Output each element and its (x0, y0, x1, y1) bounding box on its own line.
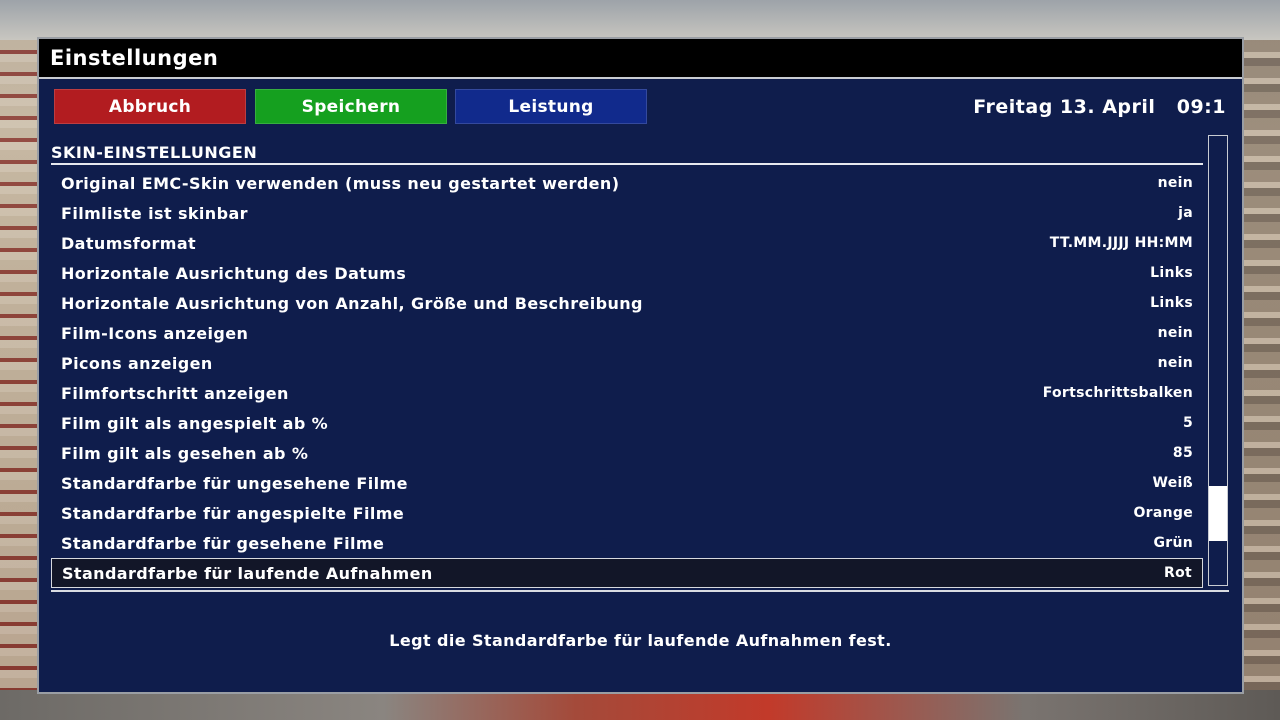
setting-label: Filmfortschritt anzeigen (61, 383, 289, 403)
setting-value: Grün (1153, 535, 1193, 551)
setting-label: Datumsformat (61, 233, 197, 253)
background-scene-bottom (0, 690, 1280, 720)
date-time-clock: Freitag 13. April 09:1 (973, 96, 1226, 118)
cancel-button[interactable]: Abbruch (54, 89, 246, 124)
setting-row-played-threshold[interactable]: Film gilt als angespielt ab % 5 (51, 408, 1203, 438)
background-scene-right (1240, 40, 1280, 700)
setting-value: Rot (1164, 565, 1192, 581)
setting-row-count-size-alignment[interactable]: Horizontale Ausrichtung von Anzahl, Größ… (51, 288, 1203, 318)
setting-value: Orange (1133, 505, 1193, 521)
setting-value: 5 (1182, 415, 1193, 431)
performance-button[interactable]: Leistung (455, 89, 647, 124)
setting-row-color-recording[interactable]: Standardfarbe für laufende Aufnahmen Rot (51, 558, 1203, 588)
setting-row-date-alignment[interactable]: Horizontale Ausrichtung des Datums Links (51, 258, 1203, 288)
setting-label: Standardfarbe für angespielte Filme (61, 503, 405, 523)
background-scene-left (0, 40, 40, 700)
setting-label: Standardfarbe für ungesehene Filme (61, 473, 408, 493)
setting-label: Standardfarbe für gesehene Filme (61, 533, 385, 553)
setting-row-color-unseen[interactable]: Standardfarbe für ungesehene Filme Weiß (51, 468, 1203, 498)
setting-label: Horizontale Ausrichtung des Datums (61, 263, 407, 283)
setting-row-film-progress[interactable]: Filmfortschritt anzeigen Fortschrittsbal… (51, 378, 1203, 408)
setting-row-picons[interactable]: Picons anzeigen nein (51, 348, 1203, 378)
window-title: Einstellungen (50, 46, 219, 70)
setting-label: Picons anzeigen (61, 353, 213, 373)
scrollbar[interactable] (1208, 135, 1228, 586)
setting-label: Standardfarbe für laufende Aufnahmen (62, 563, 433, 583)
setting-description: Legt die Standardfarbe für laufende Aufn… (389, 631, 892, 650)
setting-value: Weiß (1152, 475, 1193, 491)
setting-value: ja (1178, 205, 1193, 221)
setting-value: nein (1157, 175, 1193, 191)
setting-row-filmliste-skinbar[interactable]: Filmliste ist skinbar ja (51, 198, 1203, 228)
setting-row-color-seen[interactable]: Standardfarbe für gesehene Filme Grün (51, 528, 1203, 558)
settings-list: Original EMC-Skin verwenden (muss neu ge… (51, 168, 1203, 588)
title-bar: Einstellungen (39, 39, 1242, 79)
setting-label: Original EMC-Skin verwenden (muss neu ge… (61, 173, 620, 193)
setting-label: Horizontale Ausrichtung von Anzahl, Größ… (61, 293, 643, 313)
setting-value: nein (1157, 325, 1193, 341)
save-button[interactable]: Speichern (255, 89, 447, 124)
settings-window: Einstellungen Abbruch Speichern Leistung… (37, 37, 1244, 694)
section-divider (51, 163, 1203, 165)
bottom-divider (51, 590, 1229, 592)
setting-label: Film gilt als gesehen ab % (61, 443, 309, 463)
setting-value: 85 (1172, 445, 1193, 461)
setting-row-color-played[interactable]: Standardfarbe für angespielte Filme Oran… (51, 498, 1203, 528)
setting-value: Links (1150, 295, 1193, 311)
section-title: SKIN-EINSTELLUNGEN (51, 143, 258, 162)
setting-row-datumsformat[interactable]: Datumsformat TT.MM.JJJJ HH:MM (51, 228, 1203, 258)
setting-value: Fortschrittsbalken (1042, 385, 1193, 401)
setting-label: Film-Icons anzeigen (61, 323, 249, 343)
scrollbar-thumb[interactable] (1209, 486, 1227, 541)
setting-row-original-emc-skin[interactable]: Original EMC-Skin verwenden (muss neu ge… (51, 168, 1203, 198)
setting-label: Film gilt als angespielt ab % (61, 413, 329, 433)
setting-value: TT.MM.JJJJ HH:MM (1049, 235, 1193, 251)
setting-value: Links (1150, 265, 1193, 281)
setting-row-seen-threshold[interactable]: Film gilt als gesehen ab % 85 (51, 438, 1203, 468)
setting-label: Filmliste ist skinbar (61, 203, 248, 223)
setting-row-film-icons[interactable]: Film-Icons anzeigen nein (51, 318, 1203, 348)
setting-value: nein (1157, 355, 1193, 371)
background-scene-top (0, 0, 1280, 40)
